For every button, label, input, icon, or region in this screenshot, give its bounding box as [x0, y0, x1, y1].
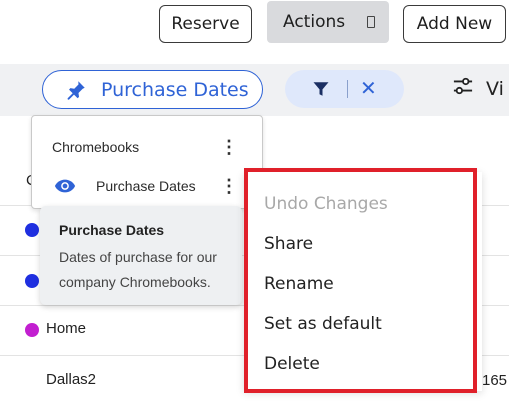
eye-icon — [54, 178, 76, 194]
add-new-button[interactable]: Add New — [403, 5, 506, 43]
active-view-chip[interactable]: Purchase Dates — [42, 70, 263, 109]
table-row-label[interactable]: Home — [46, 320, 86, 337]
more-options-icon[interactable]: ⋮ — [220, 138, 238, 156]
add-new-button-label: Add New — [416, 14, 493, 34]
reserve-button[interactable]: Reserve — [159, 5, 252, 43]
views-label: Vi — [486, 77, 504, 100]
table-cell-value: 165 — [482, 372, 508, 389]
row-color-dot — [25, 274, 39, 288]
row-color-dot — [25, 323, 39, 337]
view-item-label: Chromebooks — [52, 139, 140, 155]
clear-filter-icon[interactable]: ✕ — [360, 79, 377, 99]
table-row-label[interactable]: Dallas2 — [46, 371, 96, 388]
filter-divider — [347, 80, 348, 98]
filter-chip[interactable]: ✕ — [285, 70, 404, 108]
share-menu-item[interactable]: Share — [264, 234, 313, 254]
row-color-dot — [25, 223, 39, 237]
view-tooltip: Purchase Dates Dates of purchase for our… — [40, 206, 242, 305]
set-as-default-menu-item[interactable]: Set as default — [264, 314, 382, 334]
delete-menu-item[interactable]: Delete — [264, 354, 320, 374]
undo-changes-menu-item: Undo Changes — [264, 194, 388, 214]
actions-button-label: Actions — [283, 12, 346, 32]
filter-icon[interactable] — [312, 80, 330, 98]
tooltip-title: Purchase Dates — [59, 222, 165, 238]
rename-menu-item[interactable]: Rename — [264, 274, 334, 294]
active-view-label: Purchase Dates — [101, 78, 249, 101]
tooltip-body: Dates of purchase for our company Chrome… — [59, 249, 217, 290]
view-item-chromebooks[interactable]: Chromebooks ⋮ — [32, 134, 264, 160]
reserve-button-label: Reserve — [171, 14, 240, 34]
view-item-label: Purchase Dates — [96, 178, 196, 194]
app-root: Reserve Actions Add New Purchase Dates ✕… — [0, 0, 509, 405]
actions-button[interactable]: Actions — [267, 1, 389, 43]
sliders-icon — [452, 76, 474, 101]
pin-icon — [65, 79, 87, 101]
more-options-icon[interactable]: ⋮ — [220, 177, 238, 195]
view-list-menu: Chromebooks ⋮ Purchase Dates ⋮ — [31, 115, 263, 209]
view-item-purchase-dates[interactable]: Purchase Dates ⋮ — [32, 173, 264, 199]
views-control[interactable]: Vi — [452, 76, 504, 101]
dropdown-caret-icon — [367, 16, 376, 28]
